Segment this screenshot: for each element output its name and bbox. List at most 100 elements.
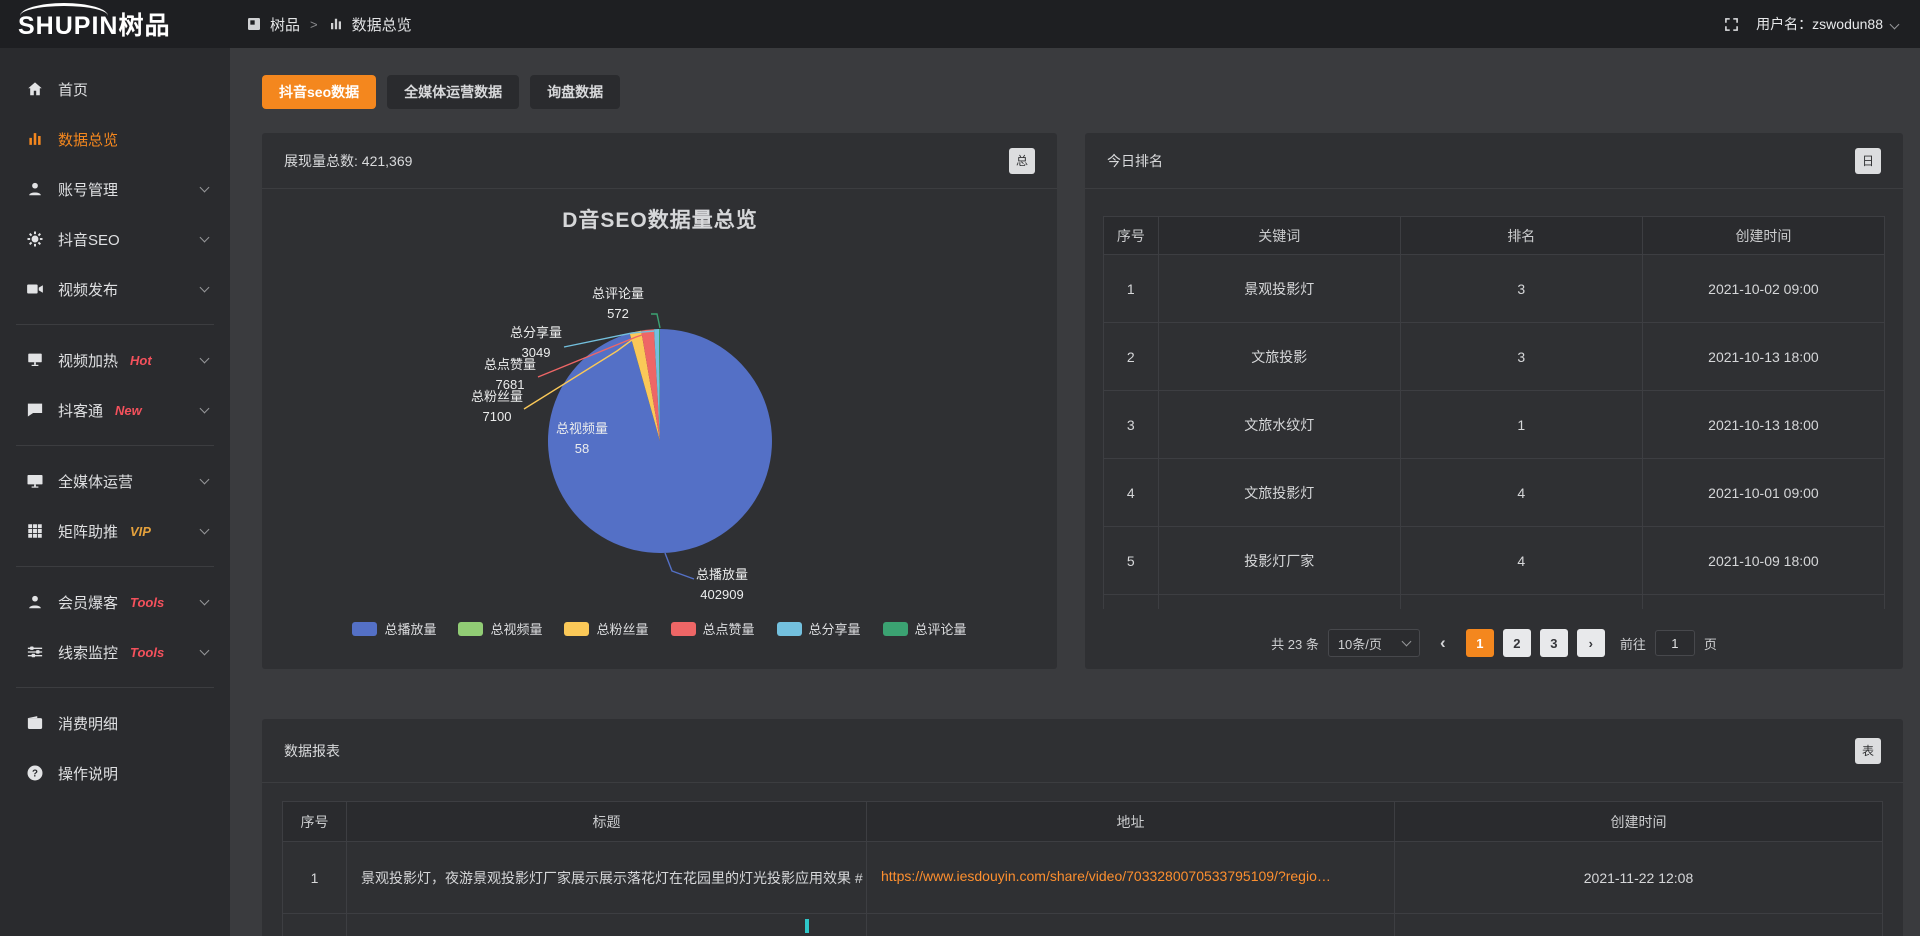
wallet-icon [26,714,44,732]
legend-label: 总评论量 [915,619,967,638]
report-card-header: 数据报表 表 [262,719,1903,783]
video-link[interactable]: https://www.iesdouyin.com/share/video/70… [881,868,1331,884]
svg-text:402909: 402909 [700,587,743,602]
sidebar-item-douyin-seo[interactable]: 抖音SEO [0,214,230,264]
sidebar-divider [16,687,214,688]
sidebar-item-badge: New [115,403,142,418]
chevron-down-icon [200,354,210,364]
sidebar-item-label: 视频加热 [58,350,118,371]
table-cell: 2021-10-13 18:00 [1642,323,1884,391]
sidebar-item-member-baoke[interactable]: 会员爆客Tools [0,577,230,627]
fullscreen-icon[interactable] [1723,16,1740,33]
sidebar-item-all-media-operation[interactable]: 全媒体运营 [0,456,230,506]
table-cell [1158,595,1400,610]
sidebar-divider [16,445,214,446]
table-cell: 3 [1400,255,1642,323]
table-cell: 1 [1400,391,1642,459]
ranking-table: 序号关键词排名创建时间1景观投影灯32021-10-02 09:002文旅投影3… [1103,216,1885,609]
logo-area: SHUPIN树品 [0,0,230,48]
member-icon [26,593,44,611]
table-cell: 2 [1104,323,1159,391]
next-page-button[interactable]: › [1577,629,1605,657]
table-row: 4文旅投影灯42021-10-01 09:00 [1104,459,1885,527]
pagination-total: 共 23 条 [1271,634,1319,653]
table-cell: 1 [1104,255,1159,323]
table-cell: 4 [1104,459,1159,527]
sidebar-item-douketong[interactable]: 抖客通New [0,385,230,435]
sidebar-item-label: 抖音SEO [58,229,120,250]
svg-text:58: 58 [575,441,589,456]
sidebar-item-video-publish[interactable]: 视频发布 [0,264,230,314]
table-cell: https://www.iesdouyin.com/share/video/70… [867,842,1395,914]
legend-item[interactable]: 总评论量 [883,619,967,638]
sidebar-item-label: 账号管理 [58,179,118,200]
table-view-button[interactable]: 表 [1855,738,1881,764]
chevron-down-icon [200,525,210,535]
page-size-select[interactable]: 10条/页 [1328,629,1420,657]
sidebar-item-operation-guide[interactable]: ?操作说明 [0,748,230,798]
table-cell [283,914,347,936]
table-cell: 文旅投影 [1158,323,1400,391]
column-header: 序号 [283,802,347,842]
sidebar-item-consumption-detail[interactable]: 消费明细 [0,698,230,748]
table-cell [1395,914,1883,936]
tab-inquiry-data[interactable]: 询盘数据 [530,75,620,109]
table-cell [867,914,1395,936]
sidebar-item-video-heating[interactable]: 视频加热Hot [0,335,230,385]
sidebar-divider [16,324,214,325]
page-button-2[interactable]: 2 [1503,629,1531,657]
table-cell: 文旅水纹灯 [1158,391,1400,459]
svg-text:总分享量: 总分享量 [510,325,562,340]
legend-item[interactable]: 总粉丝量 [564,619,648,638]
breadcrumb-item-home[interactable]: 树品 [270,14,300,35]
page-size-value: 10条/页 [1338,634,1382,653]
sidebar-item-data-overview[interactable]: 数据总览 [0,114,230,164]
report-card-title: 数据报表 [284,741,340,761]
report-table: 序号标题地址创建时间1景观投影灯，夜游景观投影灯厂家展示展示落花灯在花园里的灯光… [282,801,1883,936]
legend-label: 总播放量 [384,619,436,638]
table-row: 1景观投影灯32021-10-02 09:00 [1104,255,1885,323]
report-table-wrap: 序号标题地址创建时间1景观投影灯，夜游景观投影灯厂家展示展示落花灯在花园里的灯光… [282,801,1883,936]
table-cell: 4 [1400,527,1642,595]
overview-card-title: 展现量总数: 421,369 [284,151,412,171]
legend-item[interactable]: 总点赞量 [671,619,755,638]
svg-text:3049: 3049 [522,345,551,360]
ranking-card-title: 今日排名 [1107,151,1163,171]
page-button-1[interactable]: 1 [1466,629,1494,657]
breadcrumb: 树品 > 数据总览 [246,14,412,35]
day-view-button[interactable]: 日 [1855,148,1881,174]
ranking-table-wrap: 序号关键词排名创建时间1景观投影灯32021-10-02 09:002文旅投影3… [1103,216,1885,609]
goto-page-input[interactable] [1655,630,1695,656]
table-cell [347,914,867,936]
grid-icon [26,522,44,540]
question-icon: ? [26,764,44,782]
sidebar-item-account-management[interactable]: 账号管理 [0,164,230,214]
tab-media-operation-data[interactable]: 全媒体运营数据 [387,75,519,109]
sidebar-item-matrix-boost[interactable]: 矩阵助推VIP [0,506,230,556]
table-cell: 3 [1104,391,1159,459]
prev-page-button[interactable]: ‹ [1429,629,1457,657]
table-cell [1642,595,1884,610]
legend-swatch [564,622,589,636]
sidebar-item-label: 消费明细 [58,713,118,734]
report-card: 数据报表 表 序号标题地址创建时间1景观投影灯，夜游景观投影灯厂家展示展示落花灯… [262,719,1903,936]
legend-swatch [777,622,802,636]
ranking-card: 今日排名 日 序号关键词排名创建时间1景观投影灯32021-10-02 09:0… [1085,133,1903,669]
svg-text:D音SEO数据量总览: D音SEO数据量总览 [562,208,758,232]
app-window-icon [246,16,262,32]
sidebar: 首页数据总览账号管理抖音SEO 视频发布视频加热Hot抖客通New 全媒体运营矩阵助… [0,48,230,936]
tab-douyin-seo-data[interactable]: 抖音seo数据 [262,75,376,109]
username-dropdown[interactable]: 用户名：zswodun88 [1756,14,1898,34]
total-view-button[interactable]: 总 [1009,148,1035,174]
table-row: 3文旅水纹灯12021-10-13 18:00 [1104,391,1885,459]
page-button-3[interactable]: 3 [1540,629,1568,657]
legend-label: 总点赞量 [703,619,755,638]
sliders-icon [26,643,44,661]
legend-item[interactable]: 总播放量 [352,619,436,638]
breadcrumb-item-current: 数据总览 [352,14,412,35]
legend-item[interactable]: 总视频量 [458,619,542,638]
table-row: 2文旅投影32021-10-13 18:00 [1104,323,1885,391]
sidebar-item-home[interactable]: 首页 [0,64,230,114]
sidebar-item-lead-monitor[interactable]: 线索监控Tools [0,627,230,677]
legend-item[interactable]: 总分享量 [777,619,861,638]
